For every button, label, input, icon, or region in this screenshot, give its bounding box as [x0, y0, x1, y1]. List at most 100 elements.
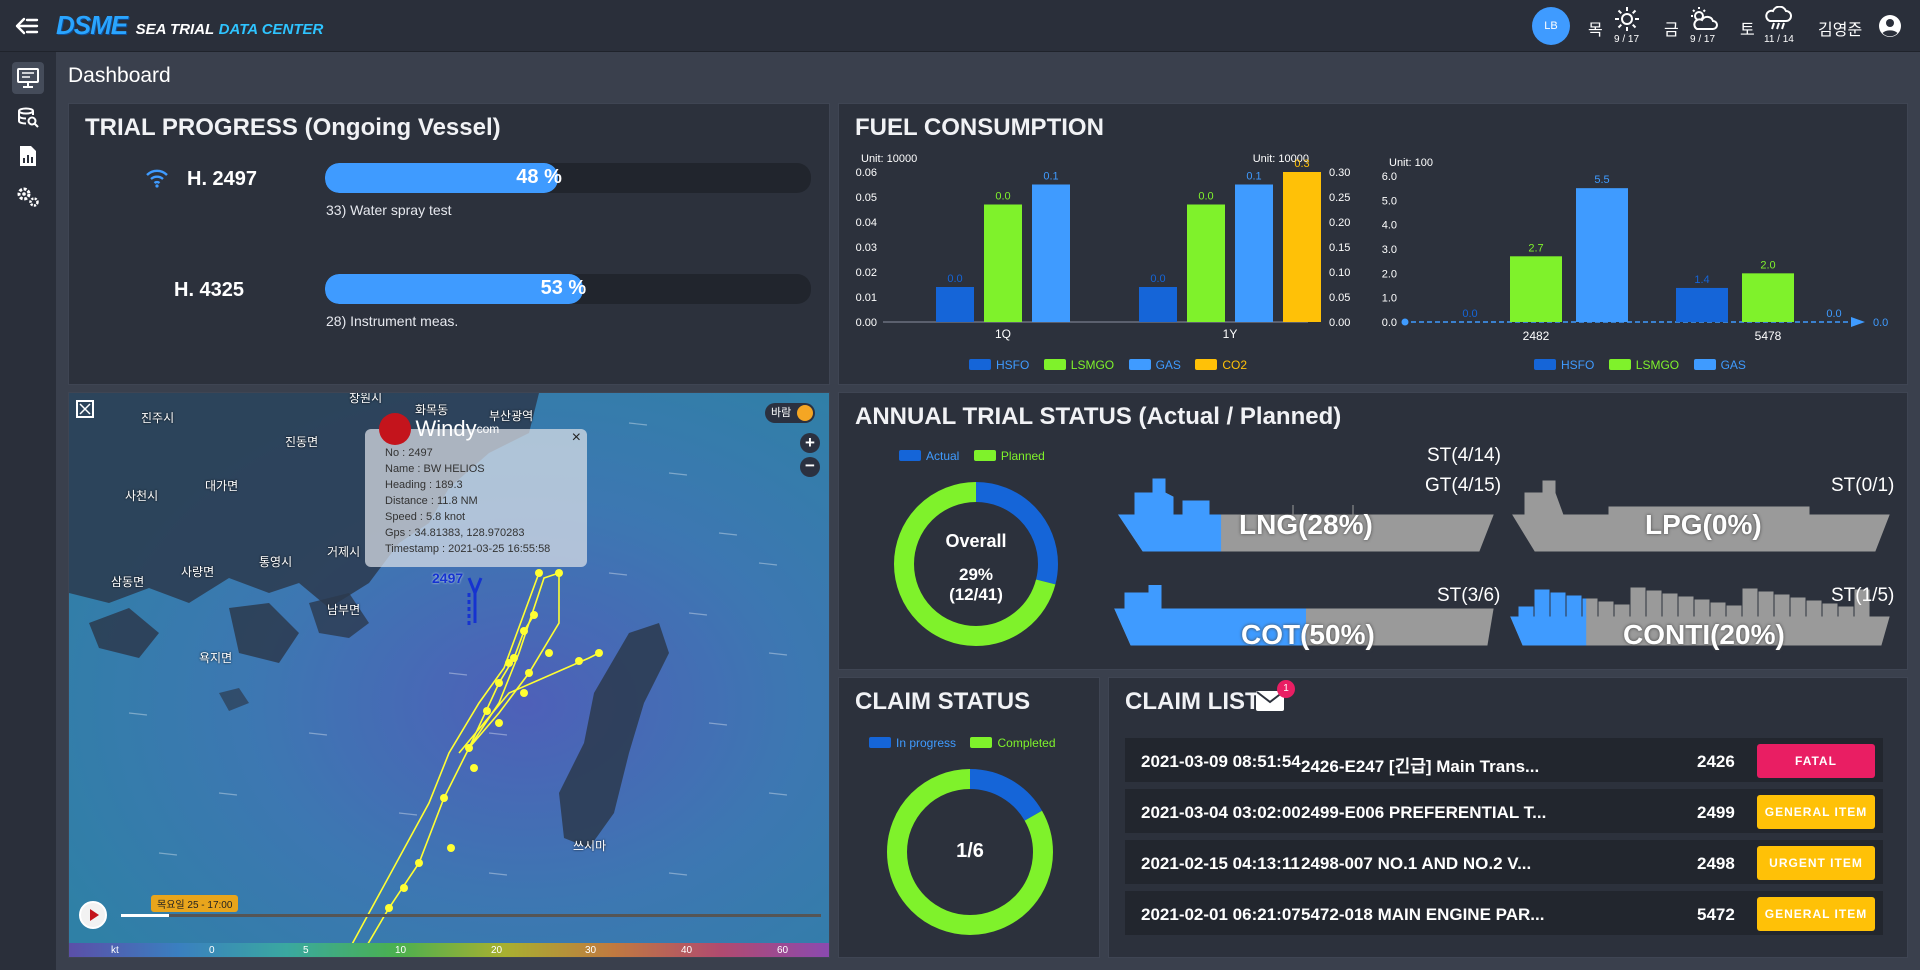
y-tick-label: 1.0: [1382, 293, 1397, 305]
popup-line: Gps : 34.81383, 128.970283: [385, 527, 525, 539]
timeline-progress: [121, 914, 169, 917]
progress-percent: 53 %: [540, 277, 587, 299]
legend-item: GAS: [1155, 357, 1181, 372]
user-name[interactable]: 김영준: [1818, 16, 1862, 40]
claim-list-panel: CLAIM LIST 1 2021-03-09 08:51:54 2426-E24…: [1108, 677, 1908, 958]
popup-line: No : 2497: [385, 447, 433, 459]
wifi-icon: [146, 169, 168, 188]
fuel-chart-vessels: Unit: 100 6.0 5.0 4.0 3.0 2.0 1.0 0.0 0.0 2482 0.0…: [1382, 157, 1889, 343]
bar-gas: [1032, 184, 1070, 322]
zoom-in-button[interactable]: +: [800, 433, 820, 453]
donut-title: Overall: [945, 531, 1007, 551]
timeline-track[interactable]: [121, 914, 821, 917]
claim-row[interactable]: 2021-02-15 04:13:11 2498-007 NO.1 AND NO.…: [1125, 840, 1883, 886]
claim-status-badge[interactable]: GENERAL ITEM: [1757, 795, 1875, 829]
ship-label: LPG(0%): [1645, 509, 1762, 540]
play-button[interactable]: [79, 901, 107, 929]
bar-gas: [1576, 188, 1628, 322]
scale-label: 30: [585, 945, 597, 956]
axis-end-label: 0.0: [1873, 317, 1888, 329]
sidebar-item-data-search[interactable]: [12, 102, 44, 134]
vessel-marker-label[interactable]: 2497: [432, 570, 463, 586]
unit-label: Unit: 100: [1389, 157, 1433, 169]
windy-logo: Windycom: [379, 413, 499, 445]
panel-title: CLAIM STATUS: [855, 688, 1031, 715]
claim-row[interactable]: 2021-02-01 06:21:07 5472-018 MAIN ENGINE …: [1125, 891, 1883, 937]
scale-label: 10: [395, 945, 407, 956]
wind-layer-button[interactable]: 바람: [765, 403, 816, 423]
wind-button-label: 바람: [771, 407, 792, 419]
progress-percent: 48 %: [516, 166, 562, 188]
bar-value-label: 0.3: [1294, 158, 1309, 170]
top-bar: DSME SEA TRIAL DATA CENTER LB 목 9 / 17 금…: [0, 0, 1920, 52]
place-label: 쓰시마: [573, 839, 607, 853]
y-tick-label: 0.06: [856, 167, 877, 179]
claim-desc: 2426-E247 [긴급] Main Trans...: [1301, 757, 1540, 776]
panel-title: FUEL CONSUMPTION: [855, 114, 1104, 141]
place-label: 진주시: [141, 411, 175, 425]
claim-row[interactable]: 2021-03-09 08:51:54 2426-E247 [긴급] Main T…: [1125, 738, 1883, 784]
notification-badge: 1: [1277, 680, 1295, 698]
zoom-out-button[interactable]: −: [800, 457, 820, 477]
claim-hull: 2499: [1697, 803, 1735, 822]
sidebar-item-settings[interactable]: [12, 180, 44, 212]
place-label: 창원시: [349, 392, 383, 405]
bar-value-label: 0.0: [1150, 273, 1165, 285]
ship-label: LNG(28%): [1239, 509, 1373, 540]
avatar[interactable]: LB: [1532, 7, 1570, 45]
popup-line: Heading : 189.3: [385, 479, 463, 491]
wind-icon: [797, 405, 814, 421]
claim-hull: 2426: [1697, 752, 1735, 771]
legend-item: Actual: [926, 448, 960, 463]
y-tick-label: 6.0: [1382, 171, 1397, 183]
y-tick-label: 0.0: [1382, 317, 1397, 329]
x-tick-label: 1Y: [1223, 327, 1238, 341]
database-search-icon: [18, 107, 39, 128]
y-tick-label: 5.0: [1382, 195, 1397, 207]
fullscreen-icon[interactable]: [75, 399, 95, 419]
bar-value-label: 0.1: [1246, 171, 1261, 183]
vessel-name[interactable]: H. 4325: [174, 279, 244, 302]
gears-icon: [17, 187, 39, 207]
windy-logo-suffix: com: [476, 422, 500, 436]
place-label: 사천시: [125, 489, 159, 503]
donut-value: 1/6: [956, 840, 984, 862]
progress-bar: 48 %: [325, 163, 811, 193]
claim-status-badge[interactable]: FATAL: [1757, 744, 1875, 778]
sidebar-item-dashboard[interactable]: [12, 62, 44, 94]
vessel-name[interactable]: H. 2497: [187, 168, 257, 191]
ship-label: COT(50%): [1241, 619, 1375, 650]
timeline-label[interactable]: 목요일 25 - 17:00: [151, 895, 239, 912]
panel-title: CLAIM LIST: [1125, 688, 1260, 715]
app-logo[interactable]: DSME SEA TRIAL DATA CENTER: [56, 10, 323, 42]
weather-day: 목: [1588, 22, 1603, 39]
legend-item: LSMGO: [1635, 357, 1680, 372]
scale-label: 40: [681, 945, 693, 956]
annual-legend: Actual Planned: [899, 447, 1055, 465]
scale-label: 5: [303, 945, 309, 956]
bar-co2: [1283, 172, 1321, 322]
ship-st-count: ST(3/6): [1437, 585, 1501, 606]
claim-row[interactable]: 2021-03-04 03:02:00 2499-E006 PREFERENTIA…: [1125, 789, 1883, 835]
claim-status-badge[interactable]: GENERAL ITEM: [1757, 897, 1875, 931]
back-arrow-icon[interactable]: [14, 14, 40, 38]
y-tick-label: 0.05: [856, 192, 877, 204]
axis-arrow: [1851, 317, 1865, 327]
popup-line: Timestamp : 2021-03-25 16:55:58: [385, 543, 551, 555]
place-label: 사량면: [181, 565, 215, 579]
close-icon[interactable]: ×: [572, 429, 581, 447]
y-tick-label-right: 0.25: [1329, 192, 1350, 204]
y-tick-label: 0.03: [856, 242, 877, 254]
claim-status-badge[interactable]: URGENT ITEM: [1757, 846, 1875, 880]
weather-fri: 금 9 / 17: [1664, 6, 1734, 48]
y-tick-label: 4.0: [1382, 220, 1397, 232]
place-label: 남부면: [327, 603, 361, 617]
y-tick-label-right: 0.05: [1329, 292, 1350, 304]
sidebar-item-reports[interactable]: [12, 140, 44, 172]
annual-donut-chart: [894, 482, 1058, 646]
bar-value-label: 0.0: [1462, 308, 1477, 320]
bar-value-label: 0.0: [995, 191, 1010, 203]
legend-item: In progress: [896, 735, 957, 750]
progress-step: 33) Water spray test: [326, 202, 452, 218]
account-circle-icon[interactable]: [1878, 14, 1902, 38]
